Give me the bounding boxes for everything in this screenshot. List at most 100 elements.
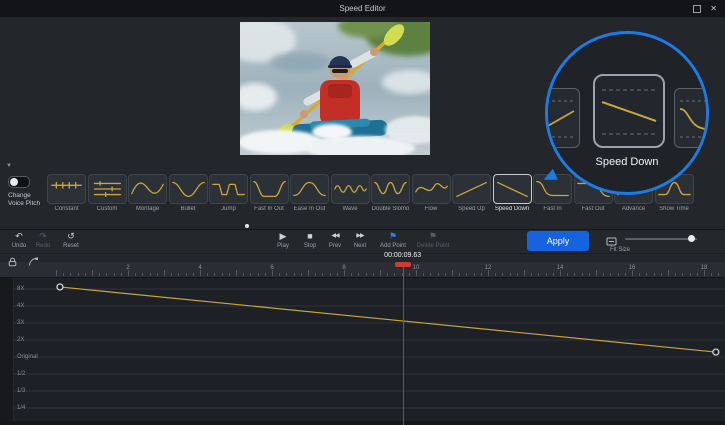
ruler-tick: [373, 273, 374, 276]
play-button[interactable]: ▶ Play: [271, 231, 295, 250]
ruler-tick: [387, 273, 388, 276]
redo-button[interactable]: ↷ Redo: [30, 231, 56, 250]
preset-label: Ease In Out: [290, 206, 329, 212]
ruler-tick: [582, 273, 583, 276]
close-icon[interactable]: ✕: [710, 5, 717, 13]
preset-label: Bullet: [169, 206, 208, 212]
voice-pitch-label-line2: Voice Pitch: [8, 200, 40, 207]
preset-label: Flow: [412, 206, 451, 212]
undo-button[interactable]: ↶ Undo: [6, 231, 32, 250]
undo-icon: ↶: [6, 231, 32, 242]
voice-pitch-toggle[interactable]: [8, 176, 30, 188]
preset-fast-in-out[interactable]: Fast In Out: [250, 174, 289, 212]
speed-scale-label: 1/3: [17, 388, 25, 394]
ruler-tick: [466, 273, 467, 276]
preset-jump[interactable]: Jump: [209, 174, 248, 212]
playhead-line[interactable]: [403, 262, 404, 425]
fit-size-slider-knob[interactable]: [688, 235, 695, 242]
ruler-number: 2: [118, 265, 138, 271]
ruler-tick: [243, 273, 244, 276]
ruler-tick: [459, 273, 460, 276]
ruler-tick: [286, 273, 287, 276]
ruler-tick: [358, 273, 359, 276]
preset-bullet[interactable]: Bullet: [169, 174, 208, 212]
delete-point-button[interactable]: ⚑ Delete Point: [412, 231, 454, 250]
magnifier-label: Speed Down: [548, 156, 706, 168]
maximize-icon[interactable]: [693, 5, 701, 13]
next-button[interactable]: ▶▶ Next: [349, 231, 371, 250]
ruler-tick: [510, 273, 511, 276]
timeline-ruler[interactable]: 24681012141618: [0, 262, 725, 278]
reset-button[interactable]: ↺ Reset: [58, 231, 84, 250]
window-controls: ✕: [693, 0, 717, 17]
preset-ease-in-out[interactable]: Ease In Out: [290, 174, 329, 212]
ruler-tick: [78, 273, 79, 276]
preset-montage[interactable]: Montage: [128, 174, 167, 212]
preset-thumbnail: [331, 174, 370, 204]
curve-endpoint[interactable]: [57, 284, 63, 290]
curve-mode-icon[interactable]: [28, 254, 39, 272]
fit-size-slider[interactable]: [625, 238, 697, 240]
ruler-tick: [625, 273, 626, 276]
ruler-tick: [495, 273, 496, 276]
speed-curve[interactable]: [0, 278, 725, 425]
speed-scale-label: 1/4: [17, 405, 25, 411]
ruler-tick: [546, 273, 547, 276]
prev-button[interactable]: ◀◀ Prev: [324, 231, 346, 250]
magnified-prev-preset: [545, 88, 580, 148]
apply-button[interactable]: Apply: [527, 231, 589, 251]
ruler-tick: [589, 273, 590, 276]
preset-label: Wave: [331, 206, 370, 212]
ruler-tick: [63, 273, 64, 276]
ruler-tick: [85, 273, 86, 276]
preset-speed-up[interactable]: Speed Up: [452, 174, 491, 212]
current-time: 00:00:09.63: [370, 252, 436, 259]
ruler-tick: [394, 273, 395, 276]
preset-label: Show Time: [655, 206, 694, 212]
preset-constant[interactable]: Constant: [47, 174, 86, 212]
preset-wave[interactable]: Wave: [331, 174, 370, 212]
ruler-number: 16: [622, 265, 642, 271]
lock-icon[interactable]: [8, 254, 17, 272]
collapse-arrow-icon[interactable]: ▼: [6, 163, 12, 169]
preset-speed-down[interactable]: Speed Down: [493, 174, 532, 212]
preset-label: Speed Down: [493, 206, 532, 212]
ruler-number: 18: [694, 265, 714, 271]
redo-label: Redo: [30, 242, 56, 250]
ruler-tick: [430, 273, 431, 276]
ruler-tick: [229, 273, 230, 276]
preset-label: Jump: [209, 206, 248, 212]
video-preview: [240, 22, 430, 155]
preset-thumbnail: [128, 174, 167, 204]
preset-flow[interactable]: Flow: [412, 174, 451, 212]
curve-endpoint[interactable]: [713, 349, 719, 355]
ruler-number: 8: [334, 265, 354, 271]
ruler-tick: [697, 273, 698, 276]
playhead-handle[interactable]: [395, 262, 411, 267]
ruler-tick: [409, 273, 410, 276]
speed-graph[interactable]: 8X4X3X2XOriginal1/21/31/4: [0, 278, 725, 425]
ruler-tick: [553, 273, 554, 276]
preset-custom[interactable]: Custom: [88, 174, 127, 212]
ruler-tick: [322, 273, 323, 276]
ruler-tick: [236, 270, 237, 276]
delete-point-flag-icon: ⚑: [412, 231, 454, 242]
ruler-tick: [135, 273, 136, 276]
presets-scroll-indicator[interactable]: [245, 224, 249, 228]
magnified-speed-down-preset[interactable]: [593, 74, 665, 148]
preset-label: Montage: [128, 206, 167, 212]
stop-label: Stop: [298, 242, 322, 250]
add-point-button[interactable]: ⚑ Add Point: [376, 231, 410, 250]
preset-thumbnail: [47, 174, 86, 204]
preset-double-slomo[interactable]: Double Slomo: [371, 174, 410, 212]
ruler-tick: [330, 273, 331, 276]
graph-left-strip: [0, 278, 14, 425]
ruler-tick: [265, 273, 266, 276]
window-title: Speed Editor: [0, 0, 725, 17]
ruler-tick: [121, 273, 122, 276]
stop-button[interactable]: ■ Stop: [298, 231, 322, 250]
preset-label: Advance: [614, 206, 653, 212]
next-icon: ▶▶: [349, 231, 371, 242]
preset-label: Custom: [88, 206, 127, 212]
ruler-tick: [294, 273, 295, 276]
